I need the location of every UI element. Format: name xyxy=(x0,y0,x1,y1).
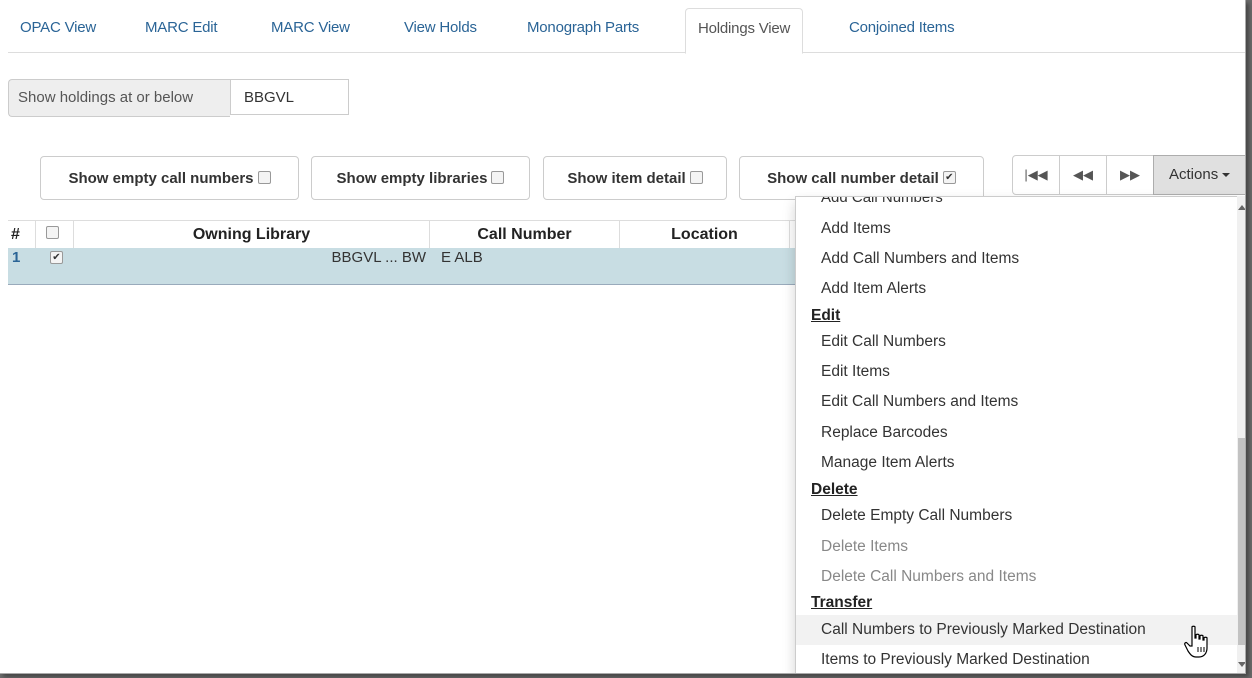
show-empty-libraries-button[interactable]: Show empty libraries xyxy=(311,156,530,200)
menu-item-transfer-items[interactable]: Items to Previously Marked Destination xyxy=(796,646,1238,673)
menu-header-delete: Delete xyxy=(811,481,858,498)
menu-item-add-call-numbers[interactable]: Add Call Numbers xyxy=(796,197,1238,212)
row-owning-library: BBGVL ... BW xyxy=(331,249,426,266)
menu-item-delete-items: Delete Items xyxy=(821,538,909,555)
menu-item-edit-call-numbers-and-items[interactable]: Edit Call Numbers and Items xyxy=(796,388,1238,416)
previous-page-icon: ◀◀ xyxy=(1073,167,1093,182)
menu-header-edit: Edit xyxy=(811,307,841,324)
menu-item-transfer-call-numbers[interactable]: Call Numbers to Previously Marked Destin… xyxy=(796,615,1238,645)
show-item-detail-button[interactable]: Show item detail xyxy=(543,156,727,200)
actions-dropdown-button[interactable]: Actions xyxy=(1153,155,1245,195)
menu-item-edit-call-numbers[interactable]: Edit Call Numbers xyxy=(796,328,1238,356)
tab-marc-edit[interactable]: MARC Edit xyxy=(133,8,229,48)
row-select-checkbox[interactable]: ✔ xyxy=(50,250,63,264)
select-all-cell xyxy=(36,221,74,248)
tab-opac-view[interactable]: OPAC View xyxy=(8,8,108,48)
actions-menu: Add Call Numbers Add Items Add Call Numb… xyxy=(795,196,1239,673)
show-call-number-detail-label: Show call number detail xyxy=(767,170,939,187)
show-item-detail-checkbox[interactable] xyxy=(689,170,703,184)
tab-holdings-view[interactable]: Holdings View xyxy=(685,8,804,54)
show-empty-call-numbers-label: Show empty call numbers xyxy=(68,170,254,187)
show-call-number-detail-checkbox[interactable]: ✔ xyxy=(942,170,956,184)
show-item-detail-label: Show item detail xyxy=(567,170,686,187)
show-call-number-detail-button[interactable]: Show call number detail ✔ xyxy=(739,156,984,200)
tab-conjoined-items[interactable]: Conjoined Items xyxy=(837,8,966,48)
show-empty-call-numbers-checkbox[interactable] xyxy=(257,170,271,184)
menu-item-delete-call-numbers-and-items: Delete Call Numbers and Items xyxy=(821,568,1037,585)
hand-cursor-icon xyxy=(1184,625,1208,658)
show-empty-libraries-checkbox[interactable] xyxy=(491,170,505,184)
select-all-checkbox[interactable] xyxy=(46,226,59,240)
row-number: 1 xyxy=(12,249,21,266)
scrollbar-thumb[interactable] xyxy=(1238,438,1245,645)
menu-item-add-call-numbers-and-items[interactable]: Add Call Numbers and Items xyxy=(796,245,1238,273)
first-page-button[interactable]: |◀◀ xyxy=(1012,155,1060,195)
column-call-number-header[interactable]: Call Number xyxy=(430,221,620,248)
row-select-cell: ✔ xyxy=(50,249,63,269)
tab-marc-view[interactable]: MARC View xyxy=(259,8,362,48)
column-number-header: # xyxy=(8,221,36,248)
holdings-org-label: Show holdings at or below xyxy=(8,79,230,117)
row-call-number: E ALB xyxy=(441,249,483,266)
column-location-header[interactable]: Location xyxy=(620,221,790,248)
next-page-button[interactable]: ▶▶ xyxy=(1106,155,1154,195)
menu-scrollbar[interactable] xyxy=(1237,196,1245,673)
first-page-icon: |◀◀ xyxy=(1024,167,1048,182)
menu-item-manage-item-alerts[interactable]: Manage Item Alerts xyxy=(796,449,1238,477)
column-owning-library-header[interactable]: Owning Library xyxy=(74,221,430,248)
previous-page-button[interactable]: ◀◀ xyxy=(1059,155,1107,195)
actions-label: Actions xyxy=(1169,166,1219,183)
menu-item-add-item-alerts[interactable]: Add Item Alerts xyxy=(796,275,1238,303)
menu-item-replace-barcodes[interactable]: Replace Barcodes xyxy=(796,419,1238,447)
menu-item-delete-empty-call-numbers[interactable]: Delete Empty Call Numbers xyxy=(796,502,1238,530)
tab-monograph-parts[interactable]: Monograph Parts xyxy=(515,8,651,48)
tab-view-holds[interactable]: View Holds xyxy=(392,8,489,48)
show-empty-libraries-label: Show empty libraries xyxy=(336,170,488,187)
next-page-icon: ▶▶ xyxy=(1120,167,1140,182)
holdings-view-window: OPAC View MARC Edit MARC View View Holds… xyxy=(0,0,1246,674)
menu-item-edit-items[interactable]: Edit Items xyxy=(796,358,1238,386)
record-tabs: OPAC View MARC Edit MARC View View Holds… xyxy=(8,8,1245,54)
scroll-down-arrow-icon[interactable] xyxy=(1238,662,1245,667)
menu-header-transfer: Transfer xyxy=(811,594,873,611)
menu-item-add-items[interactable]: Add Items xyxy=(796,215,1238,243)
holdings-org-input[interactable]: BBGVL xyxy=(230,79,349,115)
scroll-up-arrow-icon[interactable] xyxy=(1238,205,1245,210)
show-empty-call-numbers-button[interactable]: Show empty call numbers xyxy=(40,156,299,200)
chevron-down-icon xyxy=(1222,173,1231,178)
